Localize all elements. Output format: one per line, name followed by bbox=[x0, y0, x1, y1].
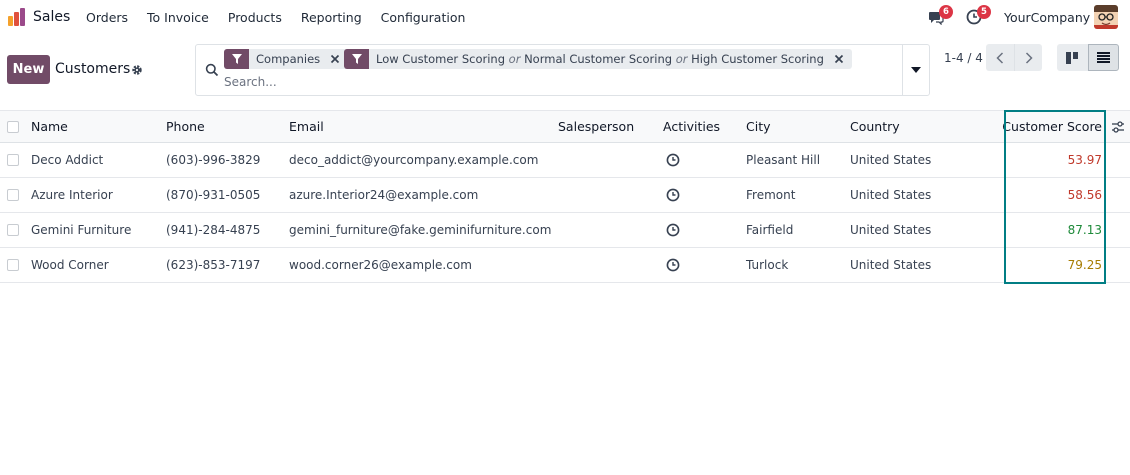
search-options-toggle[interactable] bbox=[902, 45, 929, 95]
col-activities[interactable]: Activities bbox=[663, 111, 720, 142]
activity-clock-icon[interactable] bbox=[666, 143, 680, 177]
menu-configuration[interactable]: Configuration bbox=[381, 10, 466, 25]
activities-badge: 5 bbox=[977, 5, 991, 19]
col-phone[interactable]: Phone bbox=[166, 111, 205, 142]
kanban-view-button[interactable] bbox=[1057, 44, 1088, 71]
pager-value[interactable]: 1-4 / 4 bbox=[944, 51, 983, 65]
kanban-icon bbox=[1066, 51, 1078, 64]
cell-country: United States bbox=[850, 188, 932, 202]
customers-table: Name Phone Email Salesperson Activities … bbox=[0, 110, 1130, 283]
search-icon bbox=[205, 63, 219, 77]
filter-icon bbox=[224, 49, 249, 69]
main-menu: Orders To Invoice Products Reporting Con… bbox=[86, 10, 484, 25]
col-email[interactable]: Email bbox=[289, 111, 324, 142]
row-checkbox[interactable] bbox=[7, 259, 19, 271]
col-customer-score[interactable]: Customer Score bbox=[1002, 111, 1102, 142]
table-header: Name Phone Email Salesperson Activities … bbox=[0, 110, 1130, 143]
cell-customer-score: 87.13 bbox=[1067, 223, 1102, 237]
menu-orders[interactable]: Orders bbox=[86, 10, 128, 25]
col-country[interactable]: Country bbox=[850, 111, 900, 142]
cell-customer-score: 58.56 bbox=[1067, 188, 1102, 202]
sales-app-icon[interactable] bbox=[7, 7, 26, 26]
cell-email: wood.corner26@example.com bbox=[289, 258, 472, 272]
cell-email: deco_addict@yourcompany.example.com bbox=[289, 153, 539, 167]
pager-previous-button[interactable] bbox=[986, 44, 1014, 71]
cell-customer-score: 79.25 bbox=[1067, 258, 1102, 272]
cell-phone: (603)-996-3829 bbox=[166, 153, 261, 167]
facet-remove-icon[interactable] bbox=[328, 52, 342, 66]
list-view-button[interactable] bbox=[1088, 44, 1119, 71]
cell-name: Deco Addict bbox=[31, 153, 104, 167]
cell-city: Fremont bbox=[746, 188, 796, 202]
cell-customer-score: 53.97 bbox=[1067, 153, 1102, 167]
facet-label: Companies bbox=[256, 52, 321, 66]
col-city[interactable]: City bbox=[746, 111, 771, 142]
cell-phone: (870)-931-0505 bbox=[166, 188, 261, 202]
cell-email: gemini_furniture@fake.geminifurniture.co… bbox=[289, 223, 552, 237]
cell-name: Wood Corner bbox=[31, 258, 109, 272]
cell-city: Pleasant Hill bbox=[746, 153, 821, 167]
app-name[interactable]: Sales bbox=[33, 9, 70, 25]
filter-icon bbox=[344, 49, 369, 69]
menu-reporting[interactable]: Reporting bbox=[301, 10, 362, 25]
col-salesperson[interactable]: Salesperson bbox=[558, 111, 634, 142]
user-avatar[interactable] bbox=[1094, 5, 1118, 29]
chevron-left-icon bbox=[996, 51, 1004, 64]
activity-clock-icon[interactable] bbox=[666, 248, 680, 282]
top-navbar: Sales Orders To Invoice Products Reporti… bbox=[0, 0, 1130, 34]
table-row[interactable]: Gemini Furniture (941)-284-4875 gemini_fur… bbox=[0, 213, 1130, 248]
table-row[interactable]: Deco Addict (603)-996-3829 deco_addict@you… bbox=[0, 143, 1130, 178]
table-row[interactable]: Wood Corner (623)-853-7197 wood.corner26@e… bbox=[0, 248, 1130, 283]
cell-city: Fairfield bbox=[746, 223, 794, 237]
facet-remove-icon[interactable] bbox=[832, 52, 846, 66]
select-all-checkbox[interactable] bbox=[7, 120, 19, 133]
menu-products[interactable]: Products bbox=[228, 10, 282, 25]
chevron-right-icon bbox=[1025, 51, 1033, 64]
row-checkbox[interactable] bbox=[7, 224, 19, 236]
row-checkbox[interactable] bbox=[7, 154, 19, 166]
cell-email: azure.Interior24@example.com bbox=[289, 188, 479, 202]
cell-name: Gemini Furniture bbox=[31, 223, 132, 237]
cell-country: United States bbox=[850, 153, 932, 167]
page-title: Customers bbox=[55, 61, 131, 77]
messages-badge: 6 bbox=[939, 5, 953, 19]
activity-clock-icon[interactable] bbox=[666, 178, 680, 212]
cell-phone: (941)-284-4875 bbox=[166, 223, 261, 237]
optional-columns-icon[interactable] bbox=[1111, 120, 1125, 134]
gear-icon[interactable] bbox=[131, 64, 143, 76]
list-icon bbox=[1097, 52, 1110, 63]
company-switcher[interactable]: YourCompany bbox=[1004, 10, 1090, 25]
facet-companies: Companies bbox=[224, 49, 349, 69]
search-panel: Companies Low Customer Scoring or Normal… bbox=[195, 44, 930, 96]
table-row[interactable]: Azure Interior (870)-931-0505 azure.Interi… bbox=[0, 178, 1130, 213]
pager-next-button[interactable] bbox=[1014, 44, 1042, 71]
cell-country: United States bbox=[850, 258, 932, 272]
cell-city: Turlock bbox=[746, 258, 789, 272]
row-checkbox[interactable] bbox=[7, 189, 19, 201]
col-name[interactable]: Name bbox=[31, 111, 68, 142]
search-input[interactable] bbox=[224, 73, 884, 91]
facet-customer-scoring: Low Customer Scoring or Normal Customer … bbox=[344, 49, 852, 69]
cell-phone: (623)-853-7197 bbox=[166, 258, 261, 272]
facet-label: Low Customer Scoring or Normal Customer … bbox=[376, 52, 824, 66]
new-button[interactable]: New bbox=[7, 55, 50, 84]
cell-name: Azure Interior bbox=[31, 188, 113, 202]
caret-down-icon bbox=[911, 67, 921, 73]
activity-clock-icon[interactable] bbox=[666, 213, 680, 247]
cell-country: United States bbox=[850, 223, 932, 237]
menu-to-invoice[interactable]: To Invoice bbox=[147, 10, 209, 25]
